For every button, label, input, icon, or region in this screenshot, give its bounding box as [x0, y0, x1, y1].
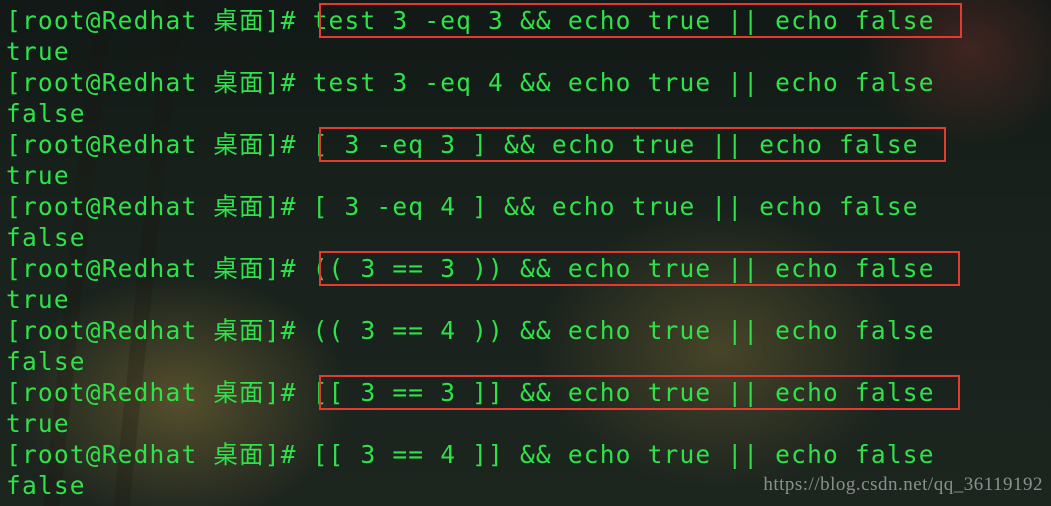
terminal-command-line: [root@Redhat 桌面]# test 3 -eq 3 && echo t… — [6, 5, 1047, 36]
terminal-output-line: true — [6, 408, 1047, 439]
terminal-output-line: true — [6, 284, 1047, 315]
terminal-output-line: true — [6, 36, 1047, 67]
shell-command: [[ 3 == 4 ]] && echo true || echo false — [313, 440, 935, 469]
shell-command: test 3 -eq 3 && echo true || echo false — [313, 6, 935, 35]
shell-prompt: [root@Redhat 桌面]# — [6, 68, 313, 97]
terminal-output-line: false — [6, 346, 1047, 377]
shell-command: (( 3 == 4 )) && echo true || echo false — [313, 316, 935, 345]
terminal-output-line: true — [6, 160, 1047, 191]
terminal-command-line: [root@Redhat 桌面]# [[ 3 == 3 ]] && echo t… — [6, 377, 1047, 408]
shell-command: [[ 3 == 3 ]] && echo true || echo false — [313, 378, 935, 407]
terminal-command-line: [root@Redhat 桌面]# [[ 3 == 4 ]] && echo t… — [6, 439, 1047, 470]
terminal-command-line: [root@Redhat 桌面]# [ 3 -eq 3 ] && echo tr… — [6, 129, 1047, 160]
shell-command: (( 3 == 3 )) && echo true || echo false — [313, 254, 935, 283]
terminal-output[interactable]: [root@Redhat 桌面]# test 3 -eq 3 && echo t… — [6, 5, 1047, 501]
watermark-text: https://blog.csdn.net/qq_36119192 — [763, 469, 1043, 500]
terminal-output-line: false — [6, 98, 1047, 129]
terminal-command-line: [root@Redhat 桌面]# test 3 -eq 4 && echo t… — [6, 67, 1047, 98]
terminal-command-line: [root@Redhat 桌面]# [ 3 -eq 4 ] && echo tr… — [6, 191, 1047, 222]
shell-prompt: [root@Redhat 桌面]# — [6, 6, 313, 35]
terminal-command-line: [root@Redhat 桌面]# (( 3 == 4 )) && echo t… — [6, 315, 1047, 346]
terminal-output-line: false — [6, 222, 1047, 253]
shell-prompt: [root@Redhat 桌面]# — [6, 440, 313, 469]
shell-command: [ 3 -eq 4 ] && echo true || echo false — [313, 192, 919, 221]
shell-prompt: [root@Redhat 桌面]# — [6, 378, 313, 407]
shell-prompt: [root@Redhat 桌面]# — [6, 192, 313, 221]
shell-prompt: [root@Redhat 桌面]# — [6, 316, 313, 345]
terminal-command-line: [root@Redhat 桌面]# (( 3 == 3 )) && echo t… — [6, 253, 1047, 284]
shell-prompt: [root@Redhat 桌面]# — [6, 130, 313, 159]
shell-command: test 3 -eq 4 && echo true || echo false — [313, 68, 935, 97]
shell-prompt: [root@Redhat 桌面]# — [6, 254, 313, 283]
shell-command: [ 3 -eq 3 ] && echo true || echo false — [313, 130, 919, 159]
